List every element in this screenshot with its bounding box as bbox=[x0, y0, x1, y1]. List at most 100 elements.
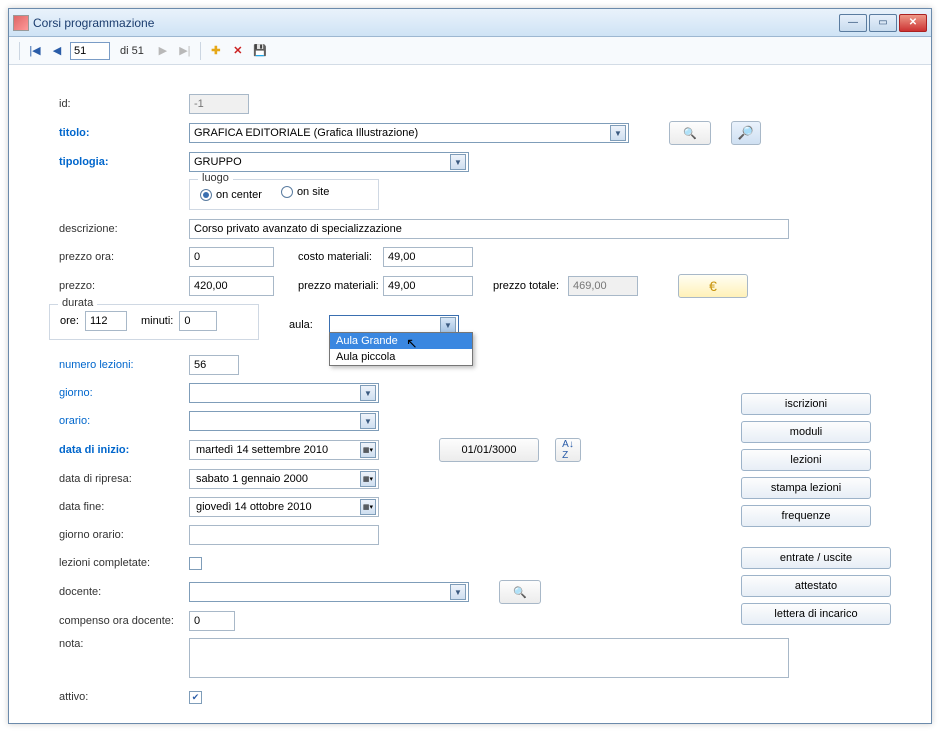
ore-field[interactable] bbox=[85, 311, 127, 331]
nota-label: nota: bbox=[59, 638, 189, 650]
orario-combo[interactable]: ▼ bbox=[189, 411, 379, 431]
record-position-input[interactable] bbox=[70, 42, 110, 60]
orario-label: orario: bbox=[59, 415, 189, 427]
record-total-label: di 51 bbox=[120, 45, 144, 57]
euro-icon: € bbox=[709, 278, 717, 294]
stampa-lezioni-button[interactable]: stampa lezioni bbox=[741, 477, 871, 499]
prezzo-totale-label: prezzo totale: bbox=[493, 280, 568, 292]
search-docente-button[interactable]: 🔍 bbox=[499, 580, 541, 604]
calendar-icon: ▦▾ bbox=[360, 471, 376, 487]
prezzo-totale-field bbox=[568, 276, 638, 296]
prezzo-materiali-field[interactable] bbox=[383, 276, 473, 296]
prezzo-ora-field[interactable] bbox=[189, 247, 274, 267]
entrate-uscite-button[interactable]: entrate / uscite bbox=[741, 547, 891, 569]
attestato-button[interactable]: attestato bbox=[741, 575, 891, 597]
luogo-legend: luogo bbox=[198, 172, 233, 184]
last-record-button[interactable]: ▶| bbox=[176, 42, 194, 60]
data-fine-picker[interactable]: giovedì 14 ottobre 2010▦▾ bbox=[189, 497, 379, 517]
minimize-button[interactable]: — bbox=[839, 14, 867, 32]
numero-lezioni-field[interactable] bbox=[189, 355, 239, 375]
costo-materiali-field[interactable] bbox=[383, 247, 473, 267]
sort-button[interactable]: A↓Z bbox=[555, 438, 581, 462]
costo-materiali-label: costo materiali: bbox=[298, 251, 383, 263]
on-site-radio[interactable]: on site bbox=[281, 186, 329, 198]
lezioni-completate-checkbox[interactable] bbox=[189, 557, 202, 570]
binoculars-icon: 🔎 bbox=[738, 125, 754, 141]
prezzo-materiali-label: prezzo materiali: bbox=[298, 280, 383, 292]
calendar-icon: ▦▾ bbox=[360, 442, 376, 458]
moduli-button[interactable]: moduli bbox=[741, 421, 871, 443]
chevron-down-icon: ▼ bbox=[440, 317, 456, 333]
prezzo-label: prezzo: bbox=[59, 280, 189, 292]
euro-button[interactable]: € bbox=[678, 274, 748, 298]
on-center-radio[interactable]: on center bbox=[200, 189, 262, 201]
titolo-combo[interactable]: GRAFICA EDITORIALE (Grafica Illustrazion… bbox=[189, 123, 629, 143]
close-button[interactable]: ✕ bbox=[899, 14, 927, 32]
lezioni-button[interactable]: lezioni bbox=[741, 449, 871, 471]
docente-combo[interactable]: ▼ bbox=[189, 582, 469, 602]
calendar-icon: ▦▾ bbox=[360, 499, 376, 515]
durata-legend: durata bbox=[58, 297, 97, 309]
tipologia-combo[interactable]: GRUPPO ▼ bbox=[189, 152, 469, 172]
attivo-label: attivo: bbox=[59, 691, 189, 703]
docente-label: docente: bbox=[59, 586, 189, 598]
ore-label: ore: bbox=[60, 315, 79, 327]
giorno-combo[interactable]: ▼ bbox=[189, 383, 379, 403]
radio-off-icon bbox=[281, 186, 293, 198]
radio-on-icon bbox=[200, 189, 212, 201]
tipologia-value: GRUPPO bbox=[194, 156, 242, 168]
data-fine-label: data fine: bbox=[59, 501, 189, 513]
aula-option-piccola[interactable]: Aula piccola bbox=[330, 349, 472, 365]
data-ripresa-picker[interactable]: sabato 1 gennaio 2000▦▾ bbox=[189, 469, 379, 489]
aula-label: aula: bbox=[289, 319, 329, 331]
search-titolo-button[interactable]: 🔍 bbox=[669, 121, 711, 145]
minuti-label: minuti: bbox=[141, 315, 173, 327]
iscrizioni-button[interactable]: iscrizioni bbox=[741, 393, 871, 415]
first-record-button[interactable]: |◀ bbox=[26, 42, 44, 60]
chevron-down-icon: ▼ bbox=[450, 154, 466, 170]
attivo-checkbox[interactable]: ✔ bbox=[189, 691, 202, 704]
data-inizio-picker[interactable]: martedì 14 settembre 2010▦▾ bbox=[189, 440, 379, 460]
descrizione-label: descrizione: bbox=[59, 223, 189, 235]
maximize-button[interactable]: ▭ bbox=[869, 14, 897, 32]
add-record-button[interactable]: ✚ bbox=[207, 42, 225, 60]
app-window: Corsi programmazione — ▭ ✕ |◀ ◀ di 51 ▶ … bbox=[8, 8, 932, 724]
save-record-button[interactable]: 💾 bbox=[251, 42, 269, 60]
giorno-label: giorno: bbox=[59, 387, 189, 399]
compenso-field[interactable] bbox=[189, 611, 235, 631]
navigator-toolbar: |◀ ◀ di 51 ▶ ▶| ✚ ✕ 💾 bbox=[9, 37, 931, 65]
frequenze-button[interactable]: frequenze bbox=[741, 505, 871, 527]
sort-az-icon: A↓Z bbox=[562, 439, 574, 461]
tipologia-label: tipologia: bbox=[59, 156, 189, 168]
delete-record-button[interactable]: ✕ bbox=[229, 42, 247, 60]
chevron-down-icon: ▼ bbox=[360, 413, 376, 429]
prezzo-ora-label: prezzo ora: bbox=[59, 251, 189, 263]
next-record-button[interactable]: ▶ bbox=[154, 42, 172, 60]
descrizione-field[interactable] bbox=[189, 219, 789, 239]
prezzo-field[interactable] bbox=[189, 276, 274, 296]
lezioni-completate-label: lezioni completate: bbox=[59, 557, 189, 569]
magnifier-icon: 🔍 bbox=[513, 586, 527, 599]
chevron-down-icon: ▼ bbox=[360, 385, 376, 401]
data-inizio-label: data di inizio: bbox=[59, 444, 189, 456]
date-reset-button[interactable]: 01/01/3000 bbox=[439, 438, 539, 462]
find-all-button[interactable]: 🔎 bbox=[731, 121, 761, 145]
giorno-orario-field[interactable] bbox=[189, 525, 379, 545]
id-label: id: bbox=[59, 98, 189, 110]
titlebar: Corsi programmazione — ▭ ✕ bbox=[9, 9, 931, 37]
titolo-value: GRAFICA EDITORIALE (Grafica Illustrazion… bbox=[194, 127, 418, 139]
aula-dropdown: Aula Grande Aula piccola ↖ bbox=[329, 332, 473, 366]
minuti-field[interactable] bbox=[179, 311, 217, 331]
data-ripresa-label: data di ripresa: bbox=[59, 473, 189, 485]
luogo-group: luogo on center on site bbox=[189, 179, 379, 210]
form-content: id: titolo: GRAFICA EDITORIALE (Grafica … bbox=[9, 65, 931, 723]
prev-record-button[interactable]: ◀ bbox=[48, 42, 66, 60]
nota-field[interactable] bbox=[189, 638, 789, 678]
titolo-label: titolo: bbox=[59, 127, 189, 139]
giorno-orario-label: giorno orario: bbox=[59, 529, 189, 541]
app-icon bbox=[13, 15, 29, 31]
aula-option-grande[interactable]: Aula Grande bbox=[330, 333, 472, 349]
lettera-incarico-button[interactable]: lettera di incarico bbox=[741, 603, 891, 625]
chevron-down-icon: ▼ bbox=[610, 125, 626, 141]
id-field bbox=[189, 94, 249, 114]
